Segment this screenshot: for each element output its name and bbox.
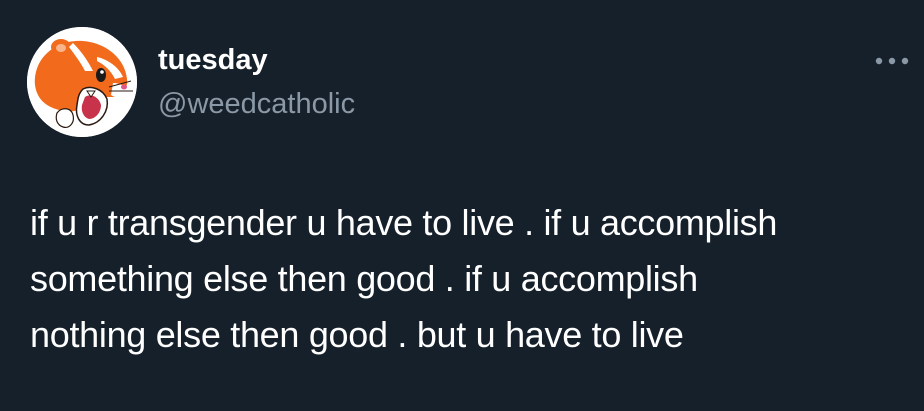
tweet-card: tuesday @weedcatholic if u r transgender… [0, 0, 924, 411]
user-handle[interactable]: @weedcatholic [158, 86, 355, 122]
tweet-text: if u r transgender u have to live . if u… [30, 202, 778, 355]
more-options-icon [875, 57, 909, 65]
avatar[interactable] [27, 27, 137, 137]
more-options-button[interactable] [870, 50, 914, 72]
display-name[interactable]: tuesday [158, 42, 268, 78]
hamster-avatar-icon [27, 27, 137, 137]
